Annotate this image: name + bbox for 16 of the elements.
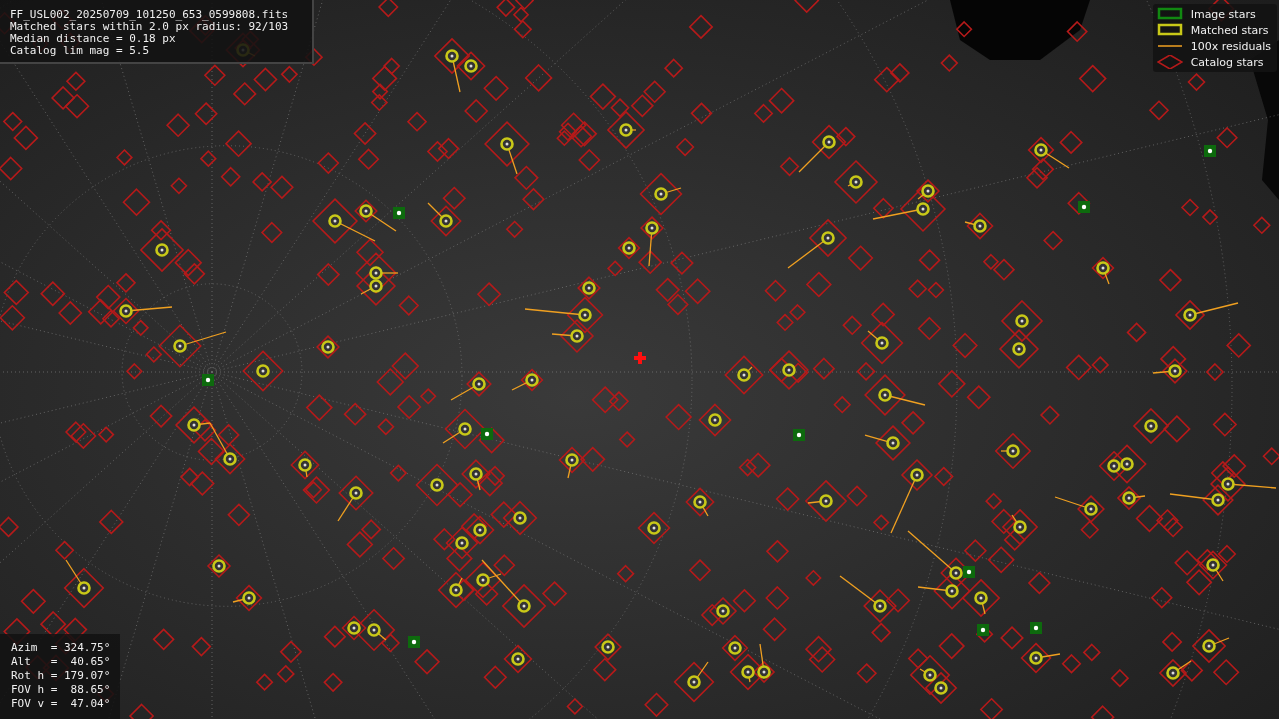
legend-label: Matched stars: [1190, 23, 1269, 37]
legend-label: 100x residuals: [1190, 39, 1271, 53]
info-text: Matched stars within 2.0 px radius: 92/103: [10, 21, 290, 33]
info-text: Median distance = 0.18 px: [10, 33, 177, 45]
diamond-icon: [1156, 55, 1183, 69]
legend-label: Catalog stars: [1190, 55, 1264, 69]
info-text: Catalog lim mag = 5.5: [10, 45, 151, 57]
pointing-text: Azim = 324.75°: [11, 641, 111, 655]
legend-label: Image stars: [1190, 7, 1256, 21]
pointing-text: FOV v = 47.04°: [11, 697, 111, 711]
legend-square-icon: [1156, 7, 1183, 21]
pointing-text: FOV h = 88.65°: [11, 683, 111, 697]
info-text: FF_USL002_20250709_101250_653_0599808.fits: [10, 9, 290, 21]
legend-square-icon: [1156, 23, 1183, 37]
pointing-text: Rot h = 179.07°: [11, 669, 111, 683]
pointing-text: Alt = 40.65°: [11, 655, 111, 669]
